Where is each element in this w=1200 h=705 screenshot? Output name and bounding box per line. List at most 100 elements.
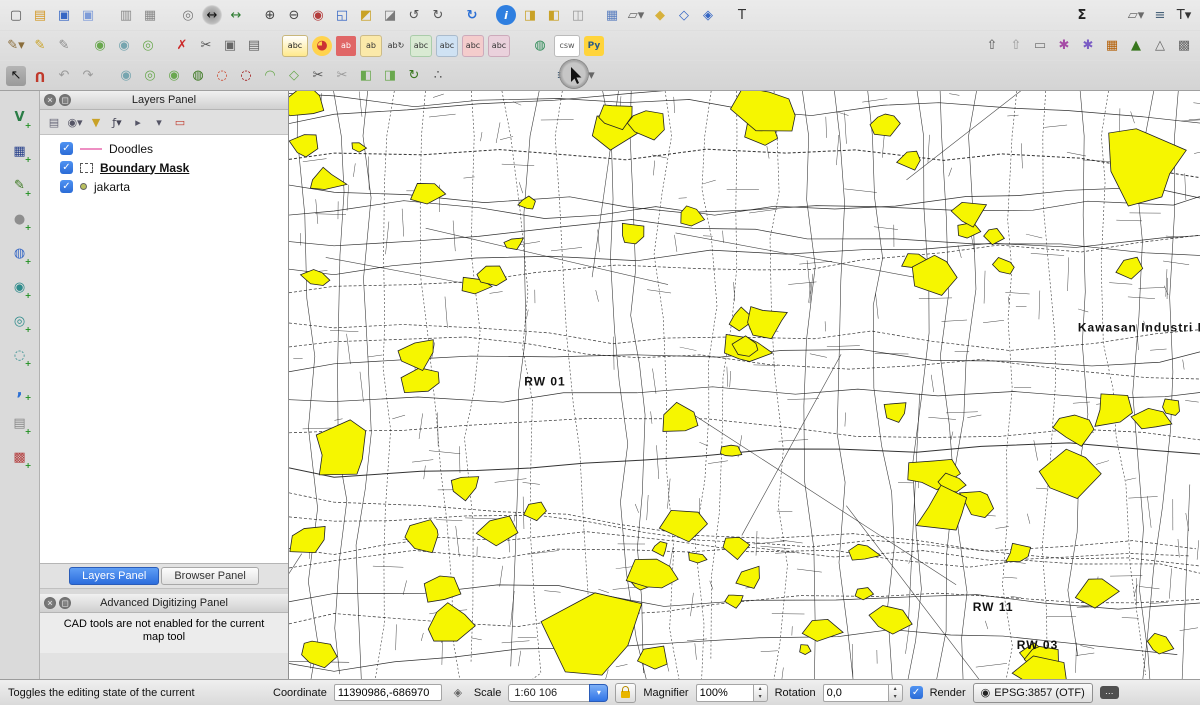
point-symbol-tool-icon[interactable]: ∴ (428, 66, 448, 86)
toggle-editing-icon[interactable]: ✎ (30, 36, 50, 56)
change-label-icon[interactable]: abc (410, 35, 432, 57)
grid-edit-icon[interactable]: ▩ (1174, 36, 1194, 56)
processing-toolbox-icon[interactable]: ▩ (10, 447, 30, 467)
add-wcs-layer-icon[interactable]: ◎ (10, 311, 30, 331)
rotation-spin-buttons[interactable]: ▴▾ (889, 684, 903, 702)
coordinate-extents-toggle-icon[interactable]: ◈ (449, 684, 467, 702)
map-parcels-yellow[interactable] (289, 91, 1186, 679)
select-cursor-icon[interactable]: ↖ (6, 66, 26, 86)
layer-row-boundary-mask[interactable]: ✓ Boundary Mask (40, 158, 288, 177)
merge-features-icon[interactable]: ◧ (356, 66, 376, 86)
scale-dropdown-icon[interactable]: ▾ (589, 684, 608, 702)
delete-part-icon[interactable]: ◌ (236, 66, 256, 86)
map-canvas[interactable]: RW 01RW 11RW 03Kawasan Industri Pe (289, 91, 1200, 679)
rotate-label-icon[interactable]: ab↻ (386, 36, 406, 56)
copy-features-icon[interactable]: ▣ (220, 36, 240, 56)
text-annotation-icon[interactable]: T (732, 5, 752, 25)
split-parts-icon[interactable]: ✂ (332, 66, 352, 86)
highlight-labels-icon[interactable]: ab (336, 36, 356, 56)
add-spatialite-layer-icon[interactable]: ◍ (10, 243, 30, 263)
filter-by-expression-icon[interactable]: ƒ▾ (108, 113, 126, 131)
attribute-actions-icon[interactable]: ≡ (1150, 5, 1170, 25)
zoom-full-icon[interactable]: ◱ (332, 5, 352, 25)
add-part-icon[interactable]: ◉ (164, 66, 184, 86)
add-feature-icon[interactable]: ◉ (90, 36, 110, 56)
paste-features-icon[interactable]: ▤ (244, 36, 264, 56)
deselect-all-icon[interactable]: ◫ (568, 5, 588, 25)
merge-attributes-icon[interactable]: ◨ (380, 66, 400, 86)
scale-combo[interactable]: 1:60 106 ▾ (508, 684, 608, 702)
zoom-last-icon[interactable]: ↺ (404, 5, 424, 25)
fill-ring-icon[interactable]: ◍ (188, 66, 208, 86)
zoom-in-icon[interactable]: ⊕ (260, 5, 280, 25)
geometry-checker-icon[interactable]: △ (1150, 36, 1170, 56)
pan-map-icon[interactable]: ↔ (202, 5, 222, 25)
layer-label[interactable]: Doodles (109, 142, 153, 156)
refresh-map-icon[interactable]: ↻ (462, 5, 482, 25)
add-delimited-text-layer-icon[interactable]: , (10, 379, 30, 399)
reshape-features-icon[interactable]: ◇ (284, 66, 304, 86)
delete-selected-icon[interactable]: ✗ (172, 36, 192, 56)
new-shapefile-layer-icon[interactable]: ✎ (10, 175, 30, 195)
open-attribute-table-icon[interactable]: ▦ (602, 5, 622, 25)
rotation-input[interactable] (823, 684, 889, 702)
select-features-icon[interactable]: ◨ (520, 5, 540, 25)
new-temporary-layer-icon[interactable]: ▤ (10, 413, 30, 433)
move-feature-icon[interactable]: ◉ (114, 36, 134, 56)
show-bookmarks-icon[interactable]: ◈ (698, 5, 718, 25)
undock-panel-icon[interactable]: ◻ (59, 597, 71, 609)
layer-checkbox[interactable]: ✓ (60, 142, 73, 155)
new-print-composer-icon[interactable]: ▥ (116, 5, 136, 25)
undo-icon[interactable]: ↶ (54, 66, 74, 86)
coordinate-input[interactable] (334, 684, 442, 701)
add-vector-layer-icon[interactable]: V (10, 107, 30, 127)
save-layer-edits-icon[interactable]: ✎ (54, 36, 74, 56)
add-group-icon[interactable]: ▤ (45, 113, 63, 131)
delete-ring-icon[interactable]: ◌ (212, 66, 232, 86)
zoom-native-resolution-icon[interactable]: ◉ (308, 5, 328, 25)
label-toolbar-more-icon[interactable]: abc (488, 35, 510, 57)
add-wfs-layer-icon[interactable]: ◌ (10, 345, 30, 365)
filter-legend-icon[interactable]: ▼ (87, 113, 105, 131)
zoom-out-icon[interactable]: ⊖ (284, 5, 304, 25)
tab-browser-panel[interactable]: Browser Panel (161, 567, 259, 585)
identify-features-icon[interactable]: i (496, 5, 516, 25)
add-ring-icon[interactable]: ◎ (140, 66, 160, 86)
map-text-tools-icon[interactable]: T▾ (1174, 5, 1194, 25)
layer-label[interactable]: Boundary Mask (100, 161, 189, 175)
layer-checkbox[interactable]: ✓ (60, 161, 73, 174)
layer-row-jakarta[interactable]: ✓ jakarta (40, 177, 288, 196)
messages-log-icon[interactable]: … (1100, 686, 1119, 699)
add-postgis-layer-icon[interactable]: ● (10, 209, 30, 229)
label-pin-icon[interactable]: abc (462, 35, 484, 57)
expand-all-icon[interactable]: ▸ (129, 113, 147, 131)
measure-angle-icon[interactable]: ▱▾ (1126, 5, 1146, 25)
split-features-icon[interactable]: ✂ (308, 66, 328, 86)
touch-zoom-pan-icon[interactable]: ◎ (178, 5, 198, 25)
offset-symbols-icon[interactable]: ⇧ (982, 36, 1002, 56)
node-tool-icon[interactable]: ◎ (138, 36, 158, 56)
map-tips-icon[interactable]: ◆ (650, 5, 670, 25)
raster-tools-icon[interactable]: ▦ (1102, 36, 1122, 56)
magnifier-spinbox[interactable]: ▴▾ (696, 684, 768, 702)
label-properties-icon[interactable]: abc (436, 35, 458, 57)
simplify-feature-icon[interactable]: ◉ (116, 66, 136, 86)
save-project-icon[interactable]: ▣ (54, 5, 74, 25)
render-checkbox[interactable]: ✓ (910, 686, 923, 699)
add-wms-layer-icon[interactable]: ◉ (10, 277, 30, 297)
python-console-icon[interactable]: Py (584, 36, 604, 56)
zoom-to-layer-icon[interactable]: ◪ (380, 5, 400, 25)
snapping-magnet-icon[interactable]: U (30, 66, 50, 86)
tab-layers-panel[interactable]: Layers Panel (69, 567, 159, 585)
layer-checkbox[interactable]: ✓ (60, 180, 73, 193)
spin-down-icon[interactable]: ▾ (889, 693, 902, 701)
layer-row-doodles[interactable]: ✓ Doodles (40, 139, 288, 158)
select-by-expression-icon[interactable]: ◧ (544, 5, 564, 25)
pan-to-selection-icon[interactable]: ↔ (226, 5, 246, 25)
wand-select-icon[interactable]: ✱ (1078, 36, 1098, 56)
dxf-export-icon[interactable]: ⇧ (1006, 36, 1026, 56)
new-project-icon[interactable]: ▢ (6, 5, 26, 25)
layer-label[interactable]: jakarta (94, 180, 130, 194)
collapse-all-icon[interactable]: ▾ (150, 113, 168, 131)
csw-catalog-icon[interactable]: csw (554, 35, 580, 57)
